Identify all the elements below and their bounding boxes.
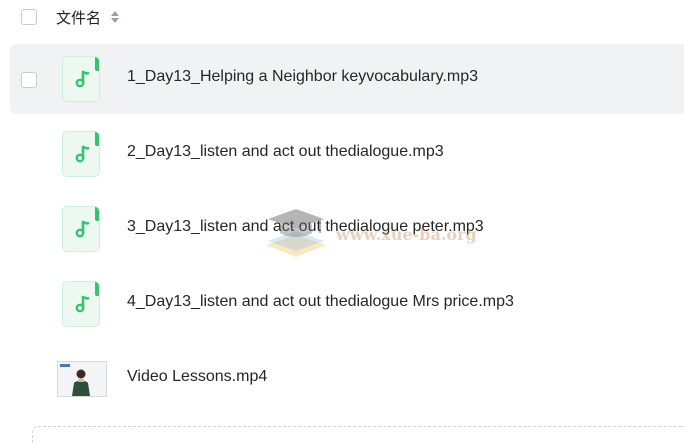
audio-file-icon	[62, 206, 100, 252]
file-row[interactable]: Video Lessons.mp4	[10, 344, 684, 414]
file-row[interactable]: 3_Day13_listen and act out thedialogue p…	[10, 194, 684, 264]
file-name[interactable]: 4_Day13_listen and act out thedialogue M…	[127, 293, 514, 311]
upload-drop-zone[interactable]	[32, 426, 684, 443]
audio-file-icon	[62, 56, 100, 102]
audio-file-icon	[62, 131, 100, 177]
sort-icon[interactable]	[110, 10, 120, 24]
list-header: 文件名	[0, 0, 684, 36]
file-list-view: 文件名 1_Day13_Helping a Neighbor keyvocabu…	[0, 0, 684, 443]
video-thumbnail	[57, 361, 107, 397]
row-checkbox[interactable]	[21, 72, 37, 88]
file-name[interactable]: Video Lessons.mp4	[127, 368, 267, 386]
file-name[interactable]: 2_Day13_listen and act out thedialogue.m…	[127, 143, 444, 161]
file-row[interactable]: 1_Day13_Helping a Neighbor keyvocabulary…	[10, 44, 684, 114]
file-row[interactable]: 2_Day13_listen and act out thedialogue.m…	[10, 119, 684, 189]
file-name[interactable]: 3_Day13_listen and act out thedialogue p…	[127, 218, 484, 236]
file-name[interactable]: 1_Day13_Helping a Neighbor keyvocabulary…	[127, 68, 478, 86]
column-header-filename[interactable]: 文件名	[56, 7, 101, 28]
audio-file-icon	[62, 281, 100, 327]
file-row[interactable]: 4_Day13_listen and act out thedialogue M…	[10, 269, 684, 339]
select-all-checkbox[interactable]	[21, 9, 37, 25]
